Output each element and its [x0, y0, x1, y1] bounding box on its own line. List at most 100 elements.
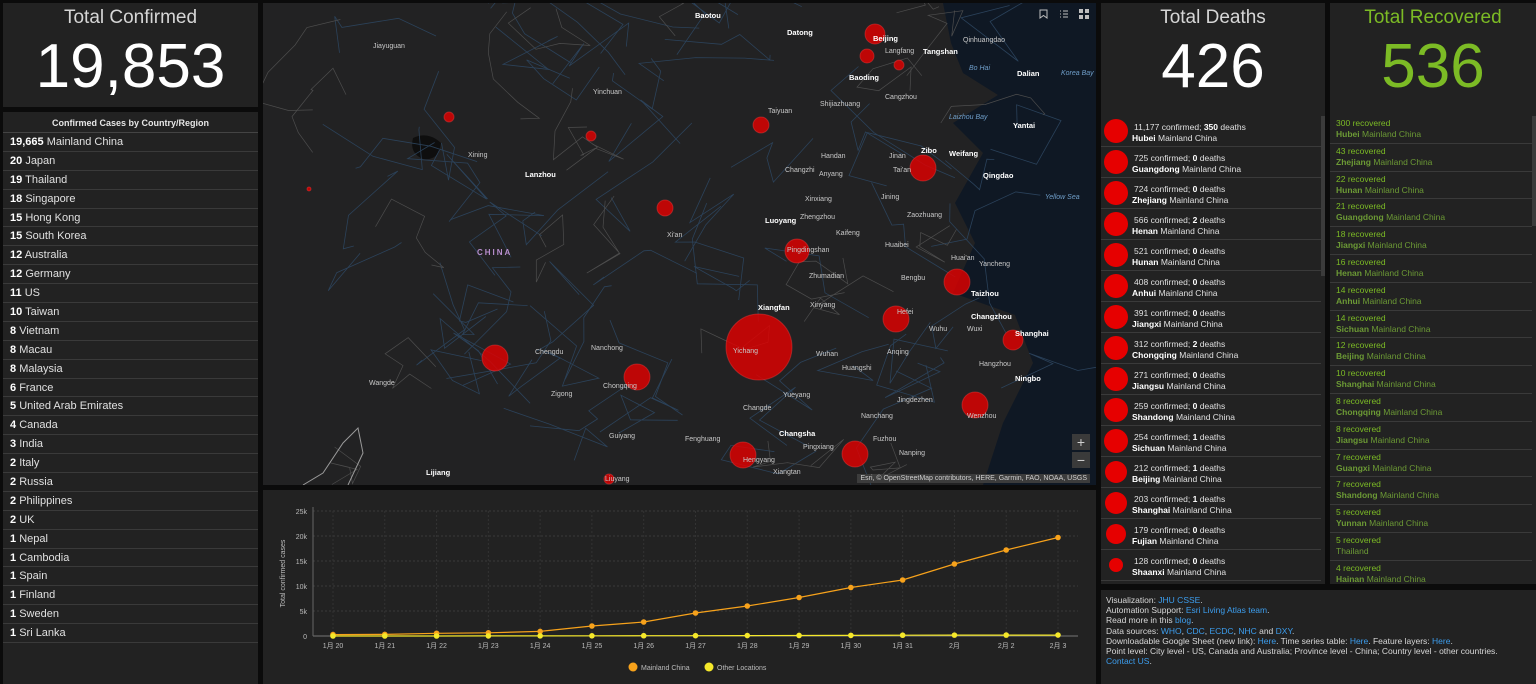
deaths-row[interactable]: 212 confirmed; 1 deaths Beijing Mainland … — [1101, 457, 1321, 488]
data-point[interactable] — [848, 584, 854, 591]
data-point[interactable] — [330, 633, 336, 639]
deaths-row[interactable]: 11,177 confirmed; 350 deaths Hubei Mainla… — [1101, 116, 1321, 147]
country-list-panel[interactable]: Confirmed Cases by Country/Region 19,665… — [3, 112, 258, 684]
case-bubble[interactable] — [585, 130, 597, 142]
data-point[interactable] — [433, 633, 440, 639]
deaths-row[interactable]: 566 confirmed; 2 deaths Henan Mainland Ch… — [1101, 209, 1321, 240]
deaths-row[interactable]: 724 confirmed; 0 deaths Zhejiang Mainland… — [1101, 178, 1321, 209]
deaths-row[interactable]: 725 confirmed; 0 deaths Guangdong Mainlan… — [1101, 147, 1321, 178]
deaths-row[interactable]: 128 confirmed; 0 deaths Shaanxi Mainland … — [1101, 550, 1321, 581]
recovered-row[interactable]: 8 recovered Jiangsu Mainland China — [1330, 422, 1532, 450]
data-point[interactable] — [744, 603, 751, 609]
recovered-row[interactable]: 4 recovered Hainan Mainland China — [1330, 561, 1532, 584]
recovered-list[interactable]: 300 recovered Hubei Mainland China 43 reco… — [1330, 116, 1532, 584]
data-point[interactable] — [848, 632, 854, 639]
case-bubble[interactable] — [306, 186, 312, 192]
grid-icon[interactable] — [1077, 9, 1090, 22]
data-point[interactable] — [1003, 632, 1010, 638]
data-point[interactable] — [485, 633, 492, 639]
map-panel[interactable]: Baotou Datong Beijing Langfang Tangshan Qinhu… — [263, 3, 1096, 485]
case-bubble[interactable] — [841, 440, 869, 468]
country-row[interactable]: 11 US — [3, 284, 258, 304]
data-point[interactable] — [640, 632, 647, 639]
dxy-link[interactable]: DXY — [1276, 626, 1292, 636]
recovered-row[interactable]: 14 recovered Sichuan Mainland China — [1330, 311, 1532, 339]
data-point[interactable] — [1055, 632, 1061, 638]
feature-layers-link[interactable]: Here — [1432, 636, 1450, 646]
recovered-row[interactable]: 14 recovered Anhui Mainland China — [1330, 283, 1532, 311]
recovered-row[interactable]: 7 recovered Guangxi Mainland China — [1330, 450, 1532, 478]
country-row[interactable]: 1 Sri Lanka — [3, 624, 258, 644]
country-row[interactable]: 12 Australia — [3, 246, 258, 266]
data-point[interactable] — [381, 633, 388, 639]
recovered-row[interactable]: 300 recovered Hubei Mainland China — [1330, 116, 1532, 144]
recovered-row[interactable]: 43 recovered Zhejiang Mainland China — [1330, 144, 1532, 172]
country-row[interactable]: 19,665 Mainland China — [3, 133, 258, 152]
zoom-out-button[interactable]: − — [1072, 452, 1090, 468]
data-point[interactable] — [640, 619, 647, 625]
country-row[interactable]: 3 India — [3, 435, 258, 455]
country-row[interactable]: 4 Canada — [3, 416, 258, 436]
case-bubble[interactable] — [752, 116, 770, 134]
data-point[interactable] — [692, 632, 699, 639]
time-series-link[interactable]: Here — [1350, 636, 1368, 646]
deaths-row[interactable]: 179 confirmed; 0 deaths Fujian Mainland C… — [1101, 519, 1321, 550]
recovered-row[interactable]: 10 recovered Shanghai Mainland China — [1330, 366, 1532, 394]
data-point[interactable] — [951, 561, 958, 567]
data-point[interactable] — [899, 632, 906, 639]
data-point[interactable] — [951, 632, 958, 638]
country-row[interactable]: 12 Germany — [3, 265, 258, 285]
case-bubble[interactable] — [859, 48, 875, 64]
esri-living-atlas-link[interactable]: Esri Living Atlas team — [1186, 605, 1267, 615]
blog-link[interactable]: blog — [1175, 615, 1191, 625]
case-bubble[interactable] — [729, 441, 757, 469]
country-row[interactable]: 10 Taiwan — [3, 303, 258, 322]
data-point[interactable] — [589, 633, 595, 639]
recovered-row[interactable]: 21 recovered Guangdong Mainland China — [1330, 199, 1532, 228]
recovered-scrollbar[interactable] — [1532, 116, 1536, 226]
confirmed-cases-chart[interactable]: 0 5k 10k 15k 20k 25k 1月 20 1月 21 1月 22 1月 23 1月 24… — [263, 490, 1096, 684]
case-bubble[interactable] — [909, 154, 937, 182]
case-bubble[interactable] — [893, 59, 905, 71]
deaths-row[interactable]: 254 confirmed; 1 deaths Sichuan Mainland … — [1101, 426, 1321, 457]
country-row[interactable]: 19 Thailand — [3, 171, 258, 190]
case-bubble[interactable] — [943, 268, 971, 296]
country-row[interactable]: 1 Cambodia — [3, 549, 258, 568]
deaths-row[interactable]: 203 confirmed; 1 deaths Shanghai Mainland… — [1101, 488, 1321, 519]
case-bubble[interactable] — [725, 313, 793, 381]
country-row[interactable]: 6 France — [3, 379, 258, 398]
country-row[interactable]: 1 Nepal — [3, 530, 258, 549]
google-sheet-link[interactable]: Here — [1258, 636, 1276, 646]
deaths-row[interactable]: 391 confirmed; 0 deaths Jiangxi Mainland … — [1101, 302, 1321, 333]
country-list[interactable]: 19,665 Mainland China 20 Japan 19 Thailand… — [3, 133, 258, 644]
zoom-in-button[interactable]: + — [1072, 434, 1090, 450]
country-row[interactable]: 2 Philippines — [3, 492, 258, 511]
country-row[interactable]: 1 Sweden — [3, 605, 258, 625]
recovered-row[interactable]: 16 recovered Henan Mainland China — [1330, 255, 1532, 283]
data-point[interactable] — [1055, 534, 1061, 541]
country-row[interactable]: 15 South Korea — [3, 227, 258, 247]
recovered-row[interactable]: 5 recovered Thailand — [1330, 533, 1532, 561]
deaths-list[interactable]: 11,177 confirmed; 350 deaths Hubei Mainla… — [1101, 116, 1321, 581]
contact-us-link[interactable]: Contact US — [1106, 656, 1149, 666]
legend-label[interactable]: Other Locations — [717, 665, 767, 672]
country-row[interactable]: 8 Vietnam — [3, 322, 258, 341]
ecdc-link[interactable]: ECDC — [1209, 626, 1233, 636]
recovered-row[interactable]: 5 recovered Yunnan Mainland China — [1330, 505, 1532, 533]
bookmark-icon[interactable] — [1037, 9, 1050, 22]
country-row[interactable]: 1 Spain — [3, 567, 258, 587]
country-row[interactable]: 15 Hong Kong — [3, 209, 258, 228]
deaths-scrollbar[interactable] — [1321, 116, 1325, 276]
recovered-row[interactable]: 12 recovered Beijing Mainland China — [1330, 338, 1532, 367]
legend-label[interactable]: Mainland China — [641, 665, 690, 672]
recovered-row[interactable]: 18 recovered Jiangxi Mainland China — [1330, 227, 1532, 255]
deaths-row[interactable]: 408 confirmed; 0 deaths Anhui Mainland Ch… — [1101, 271, 1321, 302]
recovered-row[interactable]: 7 recovered Shandong Mainland China — [1330, 477, 1532, 506]
deaths-row[interactable]: 259 confirmed; 0 deaths Shandong Mainland… — [1101, 395, 1321, 426]
country-row[interactable]: 8 Macau — [3, 341, 258, 360]
country-row[interactable]: 5 United Arab Emirates — [3, 397, 258, 417]
data-point[interactable] — [537, 633, 543, 639]
data-point[interactable] — [796, 632, 802, 639]
country-row[interactable]: 18 Singapore — [3, 190, 258, 209]
cdc-link[interactable]: CDC — [1186, 626, 1204, 636]
